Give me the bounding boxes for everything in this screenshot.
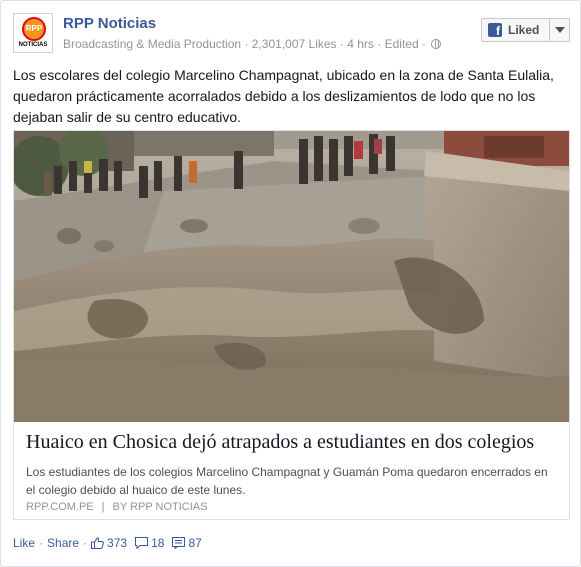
chevron-down-icon [554,27,565,33]
shares-stat[interactable]: 87 [172,536,202,550]
source-separator: | [101,501,105,513]
actions-dot: · [39,536,44,550]
likes-stat[interactable]: 373 [91,536,127,550]
attachment-description: Los estudiantes de los colegios Marcelin… [26,465,548,497]
actions-dot: · [83,536,88,550]
liked-dropdown[interactable] [550,19,569,41]
attachment-photo[interactable] [14,131,569,422]
attachment-source: RPP.COM.PE | BY RPP NOTICIAS [26,501,207,513]
meta-dot: · [244,37,252,51]
thumbs-up-icon [91,537,104,549]
like-link[interactable]: Like [13,536,35,550]
liked-button[interactable]: f Liked [481,18,570,42]
shares-count: 87 [188,536,202,550]
post-card: RPP NOTICIAS RPP Noticias Broadcasting &… [0,0,581,567]
rpp-logo-wordmark: NOTICIAS [18,42,48,48]
edited-label[interactable]: Edited [385,37,419,51]
page-likes[interactable]: 2,301,007 Likes [252,37,337,51]
page-name-link[interactable]: RPP Noticias [63,15,156,32]
page-category: Broadcasting & Media Production [63,37,242,51]
comment-icon [135,537,149,549]
meta-dot: · [421,37,430,51]
flood-photo [14,131,569,422]
rpp-logo-mark: RPP [22,17,46,41]
post-header: RPP NOTICIAS RPP Noticias Broadcasting &… [13,13,570,57]
attachment-byline[interactable]: BY RPP NOTICIAS [113,501,208,513]
share-link[interactable]: Share [47,536,79,550]
attachment-title[interactable]: Huaico en Chosica dejó atrapados a estud… [26,431,556,454]
post-actions: Like · Share · 373 18 87 [13,535,202,551]
post-message: Los escolares del colegio Marcelino Cham… [13,67,554,125]
page-avatar[interactable]: RPP NOTICIAS [13,13,53,53]
post-timestamp[interactable]: 4 hrs [347,37,374,51]
share-icon [172,537,186,549]
comments-stat[interactable]: 18 [135,536,164,550]
meta-dot: · [377,37,385,51]
likes-count: 373 [107,536,128,550]
globe-icon[interactable] [431,39,442,49]
facebook-f-icon: f [488,23,502,37]
post-meta: Broadcasting & Media Production · 2,301,… [63,37,442,51]
liked-button-main[interactable]: f Liked [482,19,550,41]
attachment-domain: RPP.COM.PE [26,501,94,513]
comments-count: 18 [151,536,165,550]
link-attachment[interactable]: Huaico en Chosica dejó atrapados a estud… [13,130,570,520]
liked-label: Liked [508,23,540,37]
